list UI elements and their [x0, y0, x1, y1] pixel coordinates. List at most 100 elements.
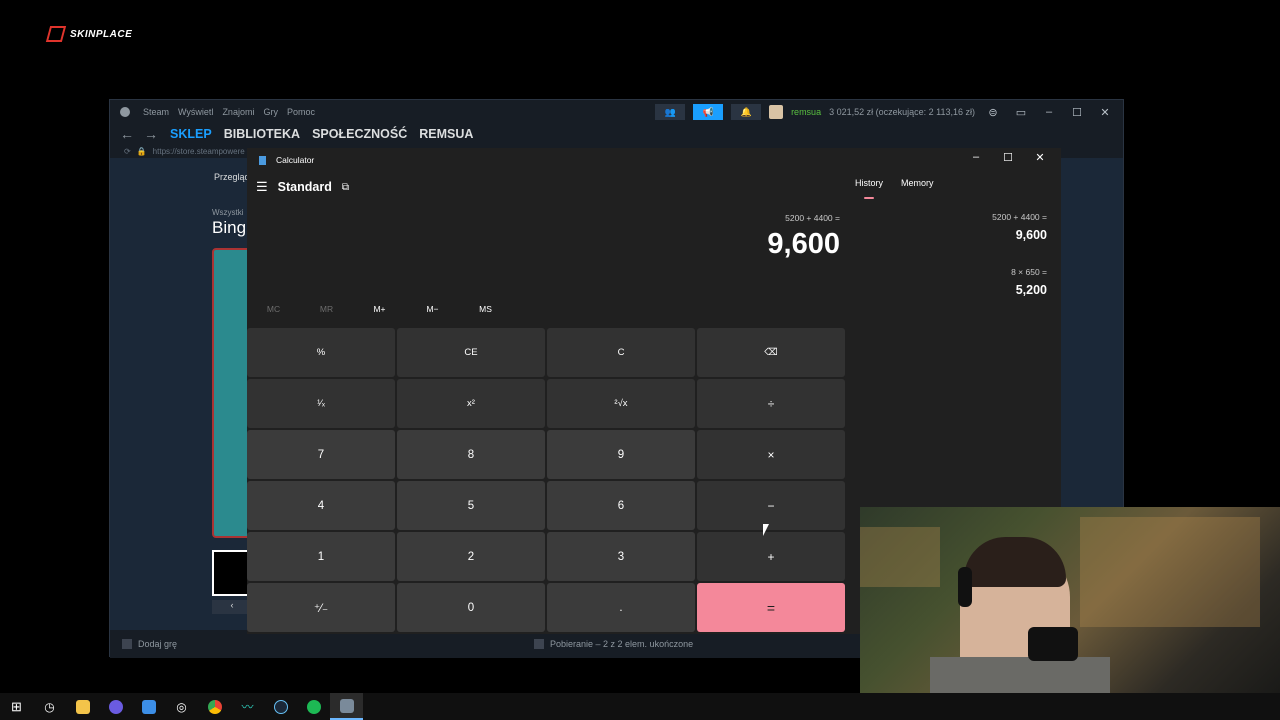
background-shelf [860, 527, 940, 587]
digit-5-button[interactable]: 5 [397, 481, 545, 530]
url-text[interactable]: https://store.steampowere [153, 147, 245, 156]
digit-8-button[interactable]: 8 [397, 430, 545, 479]
digit-2-button[interactable]: 2 [397, 532, 545, 581]
backspace-button[interactable]: ⌫ [697, 328, 845, 377]
menu-view[interactable]: Wyświetl [178, 107, 213, 117]
percent-button[interactable]: % [247, 328, 395, 377]
keep-on-top-icon[interactable]: ⧉ [342, 182, 349, 193]
game-screenshot[interactable] [212, 248, 252, 538]
digit-0-button[interactable]: 0 [397, 583, 545, 632]
nav-tab-store[interactable]: SKLEP [170, 127, 212, 141]
memory-recall-button[interactable]: MR [300, 304, 353, 320]
calculator-titlebar: Calculator – ☐ ✕ [247, 148, 1061, 172]
reciprocal-button[interactable]: ¹⁄ₓ [247, 379, 395, 428]
chrome-icon[interactable] [198, 693, 231, 720]
digit-9-button[interactable]: 9 [547, 430, 695, 479]
history-item[interactable]: 8 × 650 = 5,200 [1011, 267, 1047, 297]
headset-icon [958, 567, 972, 607]
decimal-button[interactable]: . [547, 583, 695, 632]
windows-start-icon[interactable]: ⊞ [0, 693, 33, 720]
steam-menu-bar: Steam Wyświetl Znajomi Gry Pomoc [120, 107, 315, 117]
memory-subtract-button[interactable]: M− [406, 304, 459, 320]
subtract-button[interactable]: − [697, 481, 845, 530]
minimize-icon[interactable]: – [1039, 106, 1059, 118]
digit-7-button[interactable]: 7 [247, 430, 395, 479]
minimize-icon[interactable]: – [961, 151, 991, 164]
history-result: 9,600 [1015, 228, 1047, 242]
history-item[interactable]: 5200 + 4400 = 9,600 [992, 212, 1047, 242]
clear-entry-button[interactable]: CE [397, 328, 545, 377]
memory-clear-button[interactable]: MC [247, 304, 300, 320]
history-expression: 8 × 650 = [1011, 267, 1047, 277]
recorder-icon[interactable]: ◎ [165, 693, 198, 720]
big-picture-icon[interactable]: ▭ [1011, 106, 1031, 119]
expression-display: 5200 + 4400 = [785, 213, 840, 223]
file-explorer-icon[interactable] [66, 693, 99, 720]
maximize-icon[interactable]: ☐ [993, 151, 1023, 164]
clock-app-icon[interactable]: ◷ [33, 693, 66, 720]
digit-1-button[interactable]: 1 [247, 532, 395, 581]
menu-icon[interactable]: ☰ [256, 179, 268, 195]
streamer-hair [964, 537, 1066, 587]
maximize-icon[interactable]: ☐ [1067, 106, 1087, 119]
forward-arrow-icon[interactable]: → [144, 126, 158, 142]
window-title: Calculator [276, 155, 315, 165]
microphone-icon [1028, 627, 1078, 661]
menu-steam[interactable]: Steam [143, 107, 169, 117]
megaphone-icon: 📢 [702, 106, 714, 117]
friends-button[interactable]: 👥 [655, 104, 686, 120]
close-icon[interactable]: ✕ [1095, 106, 1115, 119]
webcam-overlay [860, 507, 1280, 693]
digit-4-button[interactable]: 4 [247, 481, 395, 530]
game-title: Bing [212, 218, 247, 237]
digit-6-button[interactable]: 6 [547, 481, 695, 530]
menu-help[interactable]: Pomoc [287, 107, 315, 117]
refresh-icon[interactable]: ⟳ [124, 147, 131, 156]
thumbnail-prev-button[interactable]: ‹ [212, 600, 252, 614]
spotify-icon[interactable] [297, 693, 330, 720]
square-button[interactable]: x² [397, 379, 545, 428]
add-button[interactable]: + [697, 532, 845, 581]
menu-games[interactable]: Gry [263, 107, 278, 117]
windows-taskbar: ⊞ ◷ ◎ 〰 [0, 693, 1280, 720]
nav-tab-profile[interactable]: REMSUA [419, 127, 473, 141]
side-panel-tabs: History Memory [855, 178, 934, 188]
back-arrow-icon[interactable]: ← [120, 126, 134, 142]
window-controls: – ☐ ✕ [961, 151, 1055, 164]
add-game-button[interactable]: Dodaj grę [122, 639, 177, 649]
digit-3-button[interactable]: 3 [547, 532, 695, 581]
square-root-button[interactable]: ²√x [547, 379, 695, 428]
avatar[interactable] [769, 105, 784, 119]
audio-app-icon[interactable]: 〰 [231, 693, 264, 720]
steam-username[interactable]: remsua [791, 107, 821, 117]
calculator-icon[interactable] [330, 693, 363, 720]
memory-add-button[interactable]: M+ [353, 304, 406, 320]
tab-history[interactable]: History [855, 178, 883, 188]
steam-icon[interactable] [264, 693, 297, 720]
memory-store-button[interactable]: MS [459, 304, 512, 320]
menu-friends[interactable]: Znajomi [222, 107, 254, 117]
announcements-button[interactable]: 📢 [693, 104, 724, 120]
calendar-app-icon[interactable] [132, 693, 165, 720]
divide-button[interactable]: ÷ [697, 379, 845, 428]
downloads-status[interactable]: Pobieranie – 2 z 2 elem. ukończone [534, 639, 693, 649]
streamer-shirt [930, 657, 1110, 693]
vr-icon[interactable]: ⊜ [983, 106, 1003, 119]
download-icon [534, 639, 544, 649]
negate-button[interactable]: ⁺⁄₋ [247, 583, 395, 632]
breadcrumb[interactable]: Wszystki [212, 208, 244, 217]
memory-buttons: MC MR M+ M− MS [247, 304, 845, 320]
multiply-button[interactable]: × [697, 430, 845, 479]
steam-titlebar: Steam Wyświetl Znajomi Gry Pomoc 👥 📢 🔔 r… [110, 100, 1123, 124]
notifications-button[interactable]: 🔔 [731, 104, 762, 120]
tab-memory[interactable]: Memory [901, 178, 934, 188]
equals-button[interactable]: = [697, 583, 845, 632]
browse-menu[interactable]: Przegląd [214, 172, 250, 182]
calculator-app-icon [259, 155, 266, 165]
clear-button[interactable]: C [547, 328, 695, 377]
close-icon[interactable]: ✕ [1025, 151, 1055, 164]
game-thumbnail[interactable] [212, 550, 252, 596]
nav-tab-library[interactable]: BIBLIOTEKA [224, 127, 300, 141]
nav-tab-community[interactable]: SPOŁECZNOŚĆ [312, 127, 407, 141]
chat-app-icon[interactable] [99, 693, 132, 720]
